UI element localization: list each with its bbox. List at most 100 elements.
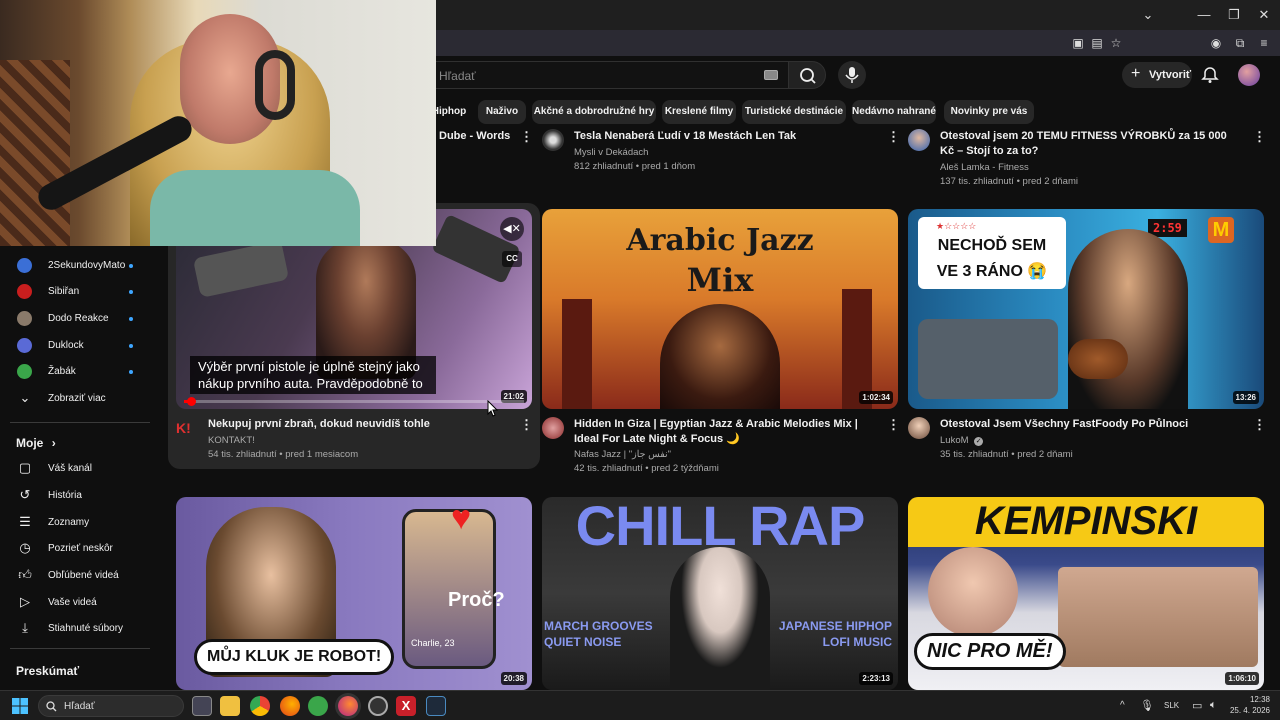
- new-content-dot: [129, 264, 133, 268]
- video-duration: 20:38: [500, 672, 527, 685]
- network-icon[interactable]: ▭: [1192, 699, 1202, 712]
- channel-avatar[interactable]: [908, 417, 930, 439]
- sidebar-item-liked[interactable]: 👍︎ Obľúbené videá: [0, 562, 160, 588]
- sidebar-item-your-videos[interactable]: ▷ Vaše videá: [0, 589, 160, 615]
- voice-search-button[interactable]: [838, 61, 866, 89]
- sidebar-item-subscription[interactable]: Dodo Reakce: [0, 305, 160, 331]
- reader-icon[interactable]: ▤: [1089, 35, 1105, 51]
- close-button[interactable]: ✕: [1255, 6, 1273, 24]
- account-icon[interactable]: ◉: [1208, 35, 1224, 51]
- app-x-icon[interactable]: X: [396, 696, 416, 716]
- show-more-button[interactable]: ⌄ Zobraziť viac: [0, 385, 160, 411]
- video-thumbnail[interactable]: KEMPINSKI NIC PRO MĚ! 1:06:10: [908, 497, 1264, 690]
- chip-new-for-you[interactable]: Novinky pre vás: [944, 100, 1034, 124]
- sidebar-item-subscription[interactable]: Žabák: [0, 358, 160, 384]
- chip-action-games[interactable]: Akčné a dobrodružné hry: [532, 100, 656, 124]
- language-indicator[interactable]: SLK: [1164, 701, 1179, 710]
- restore-button[interactable]: ❐: [1225, 6, 1243, 24]
- mouse-cursor-icon: [487, 400, 499, 417]
- progress-knob[interactable]: [186, 397, 196, 406]
- channel-avatar[interactable]: [542, 417, 564, 439]
- video-title[interactable]: Nekupuj první zbraň, dokud neuvidíš tohl…: [208, 417, 508, 432]
- chrome-icon[interactable]: [250, 696, 270, 716]
- search-button[interactable]: [788, 61, 826, 89]
- app-editor-icon[interactable]: [426, 696, 446, 716]
- search-input[interactable]: Hľadať: [420, 61, 788, 89]
- sidebar-item-history[interactable]: ↺ História: [0, 482, 160, 508]
- sidebar-item-subscription[interactable]: Sibiřan: [0, 278, 160, 304]
- sidebar-item-your-channel[interactable]: ▢ Váš kanál: [0, 455, 160, 481]
- more-actions-icon[interactable]: ⋮: [520, 417, 533, 433]
- menu-icon[interactable]: ≡: [1256, 35, 1272, 51]
- more-actions-icon[interactable]: ⋮: [520, 129, 533, 145]
- chip-cartoons[interactable]: Kreslené filmy: [662, 100, 736, 124]
- extensions-icon[interactable]: ⧉: [1232, 35, 1248, 51]
- keyboard-icon[interactable]: [764, 70, 778, 80]
- more-actions-icon[interactable]: ⋮: [887, 417, 900, 433]
- captions-icon[interactable]: CC: [502, 251, 522, 267]
- video-meta: 137 tis. zhliadnutí • pred 2 dňami: [940, 176, 1078, 187]
- tray-mic-icon[interactable]: 🎙︎: [1140, 699, 1154, 712]
- sidebar-item-downloads[interactable]: ⤓ Stiahnuté súbory: [0, 615, 160, 641]
- sidebar-item-subscription[interactable]: Duklock: [0, 332, 160, 358]
- video-thumbnail[interactable]: ★☆☆☆☆ NECHOĎ SEM VE 3 RÁNO 😭 2:59 M 13:2…: [908, 209, 1264, 409]
- channel-name-row[interactable]: LukoM ✓: [940, 433, 984, 448]
- tray-chevron-icon[interactable]: ^: [1120, 700, 1125, 711]
- file-explorer-icon[interactable]: [220, 696, 240, 716]
- taskbar-search[interactable]: Hľadať: [38, 695, 184, 717]
- divider: [10, 648, 150, 649]
- video-thumbnail[interactable]: Charlie, 23 Proč? ♥ MŮJ KLUK JE ROBOT! 2…: [176, 497, 532, 690]
- bookmark-star-icon[interactable]: ☆: [1108, 35, 1124, 51]
- profile-name: Charlie, 23: [411, 638, 455, 648]
- channel-name[interactable]: Nafas Jazz | "نفس جاز": [574, 447, 671, 462]
- firefox-dev-icon[interactable]: [338, 696, 358, 716]
- thumbnail-subtitle: QUIET NOISE: [544, 635, 622, 649]
- volume-icon[interactable]: 🔈︎: [1210, 699, 1217, 712]
- more-actions-icon[interactable]: ⋮: [1253, 417, 1266, 433]
- video-title[interactable]: Tesla Nenaberá Ľudí v 18 Mestách Len Tak: [574, 129, 874, 144]
- man-face: [928, 547, 1018, 637]
- video-title[interactable]: Otestoval jsem 20 TEMU FITNESS VÝROBKŮ z…: [940, 129, 1240, 159]
- clock-time[interactable]: 12:38: [1240, 695, 1270, 704]
- sidebar-item-subscription[interactable]: 2SekundovyMato: [0, 252, 160, 278]
- tab-list-icon[interactable]: ⌄: [1139, 6, 1157, 24]
- channel-name[interactable]: Aleš Lamka - Fitness: [940, 160, 1029, 175]
- task-view-icon[interactable]: [192, 696, 212, 716]
- sidebar-item-watch-later[interactable]: ◷ Pozrieť neskôr: [0, 535, 160, 561]
- more-actions-icon[interactable]: ⋮: [1253, 129, 1266, 145]
- you-section-title[interactable]: Moje ›: [16, 436, 56, 450]
- channel-avatar[interactable]: [542, 129, 564, 151]
- progress-track[interactable]: [184, 397, 524, 406]
- app-green-icon[interactable]: [308, 696, 328, 716]
- notifications-bell-icon[interactable]: [1200, 65, 1220, 85]
- plus-icon: +: [1131, 65, 1141, 82]
- sidebar-item-playlists[interactable]: ☰ Zoznamy: [0, 509, 160, 535]
- video-title[interactable]: Hidden In Giza | Egyptian Jazz & Arabic …: [574, 417, 874, 447]
- clock-date[interactable]: 25. 4. 2026: [1226, 706, 1270, 715]
- channel-avatar[interactable]: [908, 129, 930, 151]
- video-duration: 1:06:10: [1225, 672, 1259, 685]
- channel-name[interactable]: Mysli v Dekádach: [574, 145, 648, 160]
- obs-icon[interactable]: [368, 696, 388, 716]
- channel-name[interactable]: LukoM: [940, 435, 969, 446]
- windows-start-icon[interactable]: [12, 698, 28, 714]
- minimize-button[interactable]: —: [1195, 6, 1213, 24]
- speech-bubble: NIC PRO MĚ!: [914, 633, 1066, 670]
- video-thumbnail[interactable]: Arabic Jazz Mix 1:02:34: [542, 209, 898, 409]
- video-title[interactable]: Dube - Words: [439, 129, 510, 144]
- mute-icon[interactable]: ◀✕: [500, 217, 524, 241]
- video-thumbnail[interactable]: CHILL RAP MARCH GROOVES QUIET NOISE JAPA…: [542, 497, 898, 690]
- new-content-dot: [129, 370, 133, 374]
- chip-live[interactable]: Naživo: [478, 100, 526, 124]
- create-button[interactable]: + Vytvoriť: [1122, 62, 1192, 88]
- video-title[interactable]: Otestoval Jsem Všechny FastFoody Po Půln…: [940, 417, 1240, 432]
- chip-recent[interactable]: Nedávno nahrané: [852, 100, 936, 124]
- firefox-icon[interactable]: [280, 696, 300, 716]
- chip-destinations[interactable]: Turistické destinácie: [742, 100, 846, 124]
- more-actions-icon[interactable]: ⋮: [887, 129, 900, 145]
- channel-avatar-kontakt[interactable]: K!: [176, 417, 198, 439]
- channel-name[interactable]: KONTAKT!: [208, 433, 255, 448]
- pip-icon[interactable]: ▣: [1070, 35, 1086, 51]
- caption-text: Výběr první pistole je úplně stejný jako…: [190, 356, 436, 394]
- user-avatar[interactable]: [1238, 64, 1260, 86]
